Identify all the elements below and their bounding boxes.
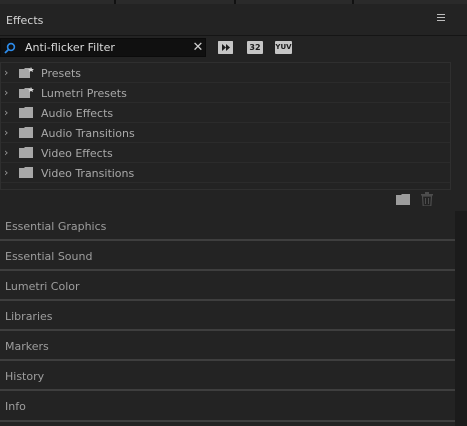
- trash-icon[interactable]: [421, 192, 433, 207]
- tree-item-presets[interactable]: › Presets: [1, 63, 450, 83]
- effects-tree: › Presets › Lumetri Presets › Audio Effe…: [0, 62, 451, 190]
- right-edge-gutter: [455, 211, 467, 426]
- panel-label: Essential Sound: [5, 250, 93, 263]
- folder-icon: [19, 147, 34, 158]
- hamburger-menu-icon[interactable]: [437, 14, 445, 24]
- header-divider: [0, 35, 467, 36]
- effects-panel: Effects ✕ 32 YUV ›: [0, 4, 467, 211]
- tree-item-label: Video Transitions: [41, 167, 135, 180]
- new-custom-bin-icon[interactable]: [396, 194, 410, 205]
- tree-item-label: Audio Transitions: [41, 127, 135, 140]
- tree-item-label: Presets: [41, 67, 82, 80]
- panel-header: Effects: [0, 4, 467, 36]
- tree-item-audio-transitions[interactable]: › Audio Transitions: [1, 123, 450, 143]
- chevron-right-icon[interactable]: ›: [4, 147, 12, 158]
- panel-essential-sound[interactable]: Essential Sound: [0, 241, 467, 271]
- clear-search-icon[interactable]: ✕: [191, 40, 205, 56]
- panel-label: History: [5, 370, 45, 383]
- magnifier-icon[interactable]: [4, 42, 16, 54]
- panel-label: Info: [5, 400, 26, 413]
- chevron-right-icon[interactable]: ›: [4, 107, 12, 118]
- 32-bit-effects-button[interactable]: 32: [247, 41, 263, 54]
- panel-label: Essential Graphics: [5, 220, 107, 233]
- accelerated-effects-icon[interactable]: [218, 41, 233, 54]
- panel-lumetri-color[interactable]: Lumetri Color: [0, 271, 467, 301]
- folder-icon: [19, 167, 34, 178]
- tree-item-video-transitions[interactable]: › Video Transitions: [1, 163, 450, 183]
- tree-item-video-effects[interactable]: › Video Effects: [1, 143, 450, 163]
- folder-icon: [19, 127, 34, 138]
- panel-title[interactable]: Effects: [6, 14, 43, 27]
- chevron-right-icon[interactable]: ›: [4, 67, 12, 78]
- yuv-effects-button[interactable]: YUV: [275, 41, 292, 54]
- preset-bin-icon: [19, 67, 34, 78]
- search-row: ✕ 32 YUV: [0, 38, 467, 58]
- tree-item-audio-effects[interactable]: › Audio Effects: [1, 103, 450, 123]
- preset-bin-icon: [19, 87, 34, 98]
- search-input[interactable]: [25, 39, 190, 56]
- panel-label: Markers: [5, 340, 49, 353]
- tree-item-label: Audio Effects: [41, 107, 114, 120]
- panel-essential-graphics[interactable]: Essential Graphics: [0, 211, 467, 241]
- tree-item-label: Video Effects: [41, 147, 113, 160]
- panel-divider: [0, 420, 455, 422]
- panel-history[interactable]: History: [0, 361, 467, 391]
- chevron-right-icon[interactable]: ›: [4, 167, 12, 178]
- panel-libraries[interactable]: Libraries: [0, 301, 467, 331]
- tree-item-label: Lumetri Presets: [41, 87, 127, 100]
- folder-icon: [19, 107, 34, 118]
- search-box[interactable]: ✕: [0, 38, 206, 57]
- chevron-right-icon[interactable]: ›: [4, 127, 12, 138]
- panel-markers[interactable]: Markers: [0, 331, 467, 361]
- chevron-right-icon[interactable]: ›: [4, 87, 12, 98]
- panel-info[interactable]: Info: [0, 391, 467, 426]
- tree-item-lumetri-presets[interactable]: › Lumetri Presets: [1, 83, 450, 103]
- panel-label: Lumetri Color: [5, 280, 80, 293]
- panel-label: Libraries: [5, 310, 53, 323]
